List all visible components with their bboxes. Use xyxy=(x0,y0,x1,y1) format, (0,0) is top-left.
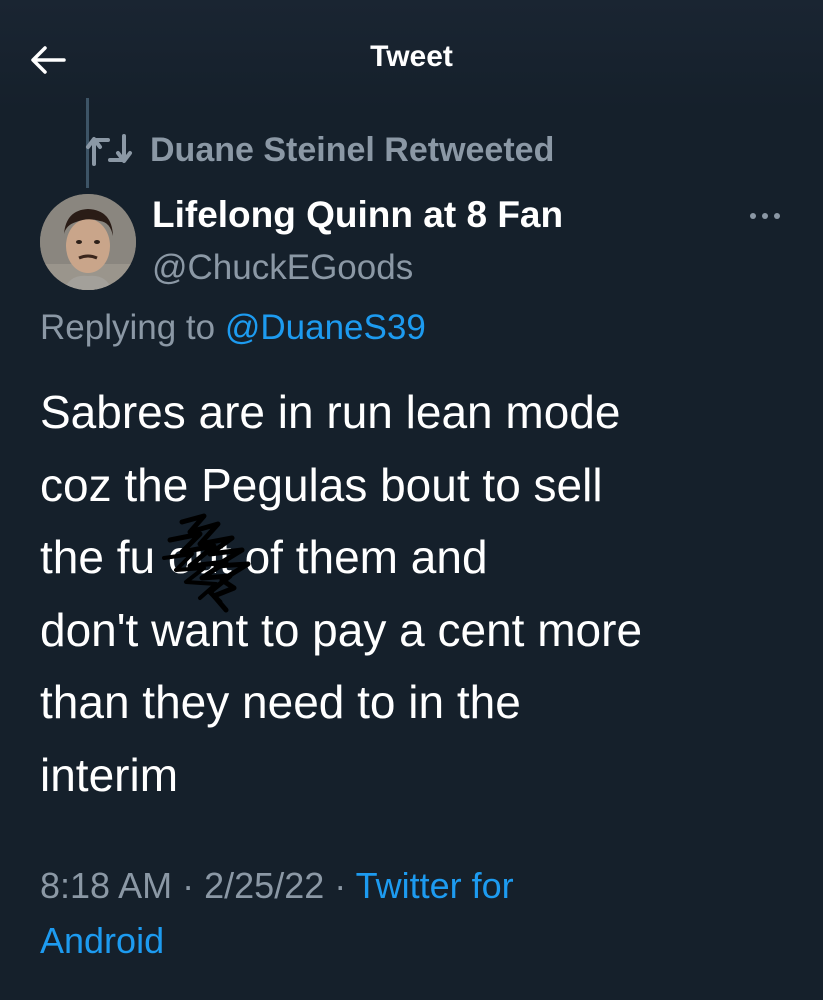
separator-dot: · xyxy=(182,865,195,906)
retweet-context[interactable]: Duane Steinel Retweeted xyxy=(84,128,554,172)
tweet-date: 2/25/22 xyxy=(204,865,325,906)
avatar-photo xyxy=(40,194,136,290)
author-handle[interactable]: @ChuckEGoods xyxy=(152,248,413,288)
metadata-line-1: 8:18 AM · 2/25/22 · Twitter for xyxy=(40,858,800,913)
tweet-metadata: 8:18 AM · 2/25/22 · Twitter for Android xyxy=(40,858,800,968)
page-title: Tweet xyxy=(370,40,453,73)
more-options-button[interactable] xyxy=(740,198,790,234)
tweet-time: 8:18 AM xyxy=(40,865,173,906)
tweet-line: interim xyxy=(40,748,179,801)
avatar[interactable] xyxy=(40,194,136,290)
source-link[interactable]: Twitter for xyxy=(356,865,514,906)
more-options-icon xyxy=(750,213,780,219)
separator-dot: · xyxy=(334,865,347,906)
replying-to-label: Replying to xyxy=(40,308,216,347)
tweet-line: than they need to in the xyxy=(40,676,521,728)
censor-scribble xyxy=(162,513,251,613)
retweet-icon xyxy=(86,134,132,166)
reply-mention-link[interactable]: @DuaneS39 xyxy=(225,308,426,347)
tweet-line: Sabres are in run lean mode xyxy=(40,386,621,438)
top-bar: Tweet xyxy=(0,0,823,110)
author-display-name[interactable]: Lifelong Quinn at 8 Fan xyxy=(152,194,563,236)
source-link-continued[interactable]: Android xyxy=(40,913,800,968)
retweet-label: Duane Steinel Retweeted xyxy=(150,130,555,169)
replying-to: Replying to @DuaneS39 xyxy=(40,308,426,348)
